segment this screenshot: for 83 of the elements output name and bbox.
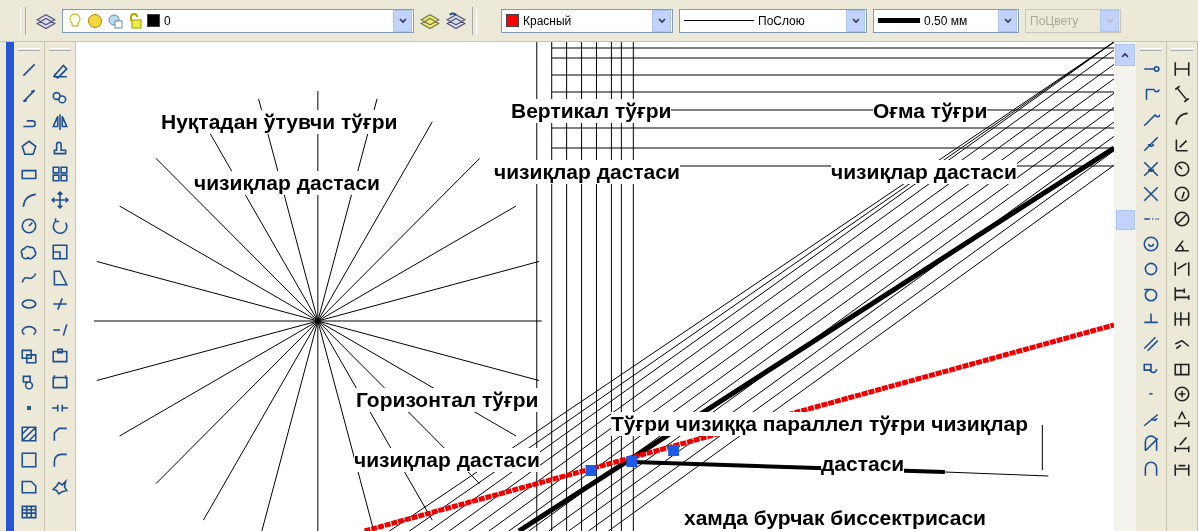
- intersection-icon[interactable]: [1142, 185, 1160, 203]
- center-mark-icon[interactable]: [1173, 385, 1191, 403]
- drawing-label: чизиқлар дастаси: [494, 160, 680, 184]
- color-dropdown[interactable]: Красный: [501, 8, 673, 33]
- join-icon[interactable]: [51, 373, 69, 391]
- radius-icon[interactable]: [1173, 160, 1191, 178]
- drawing-label: Тўғри чизиққа параллел тўғри чизиқлар: [611, 412, 1029, 436]
- color-swatch: [147, 14, 160, 27]
- drawing-label: Оғма тўғри: [873, 99, 988, 123]
- color-swatch: [506, 14, 519, 27]
- chevron-down-icon: [397, 15, 408, 26]
- polygon-icon[interactable]: [20, 139, 38, 157]
- dropdown-button[interactable]: [846, 9, 865, 32]
- continue-icon[interactable]: [1173, 310, 1191, 328]
- layers-icon[interactable]: [446, 10, 466, 31]
- drawing-label: Нуқтадан ўтувчи тўғри: [161, 110, 398, 134]
- lineweight-dropdown[interactable]: 0.50 мм: [873, 8, 1019, 33]
- dimension-icon[interactable]: [1173, 60, 1191, 78]
- layer-name: 0: [164, 13, 172, 28]
- grip-handle[interactable]: [585, 465, 597, 476]
- diameter-icon[interactable]: [1173, 210, 1191, 228]
- quadrant-icon[interactable]: [1142, 260, 1160, 278]
- hatch-icon[interactable]: [20, 425, 38, 443]
- lineweight-sample: [878, 18, 920, 23]
- break-icon[interactable]: [51, 347, 69, 365]
- linetype-name: ПоСлою: [758, 13, 806, 28]
- magnet-icon[interactable]: [1142, 460, 1160, 478]
- baseline-icon[interactable]: [1173, 285, 1191, 303]
- trim-icon[interactable]: [51, 295, 69, 313]
- explode-icon[interactable]: [51, 477, 69, 495]
- sun-icon: [87, 12, 103, 29]
- table-icon[interactable]: [20, 503, 38, 521]
- chevron-down-icon: [656, 15, 667, 26]
- fillet-icon[interactable]: [51, 451, 69, 469]
- jog-icon[interactable]: [1173, 185, 1191, 203]
- chevron-down-icon: [850, 15, 861, 26]
- array-icon[interactable]: [51, 165, 69, 183]
- midpoint-icon[interactable]: [1142, 135, 1160, 153]
- drawing-label: чизиқлар дастаси: [831, 160, 1017, 184]
- dimension-icon[interactable]: [1173, 85, 1191, 103]
- chevron-down-icon: [1002, 15, 1013, 26]
- drawing-label: Горизонтал тўғри: [356, 388, 539, 412]
- lineweight-value: 0.50 мм: [924, 13, 969, 28]
- scroll-thumb[interactable]: [1115, 210, 1135, 230]
- linetype-dropdown[interactable]: ПоСлою: [679, 8, 867, 33]
- extend-icon[interactable]: [51, 321, 69, 339]
- line-icon[interactable]: [20, 61, 38, 79]
- move-icon[interactable]: [51, 191, 69, 209]
- rotate-icon[interactable]: [51, 217, 69, 235]
- cloud-icon[interactable]: [20, 243, 38, 261]
- layer-dropdown[interactable]: 0: [62, 8, 414, 33]
- scale-icon[interactable]: [51, 243, 69, 261]
- grip-handle[interactable]: [668, 445, 680, 456]
- chevron-down-icon: [1104, 15, 1115, 26]
- lightbulb-icon: [67, 12, 83, 29]
- scroll-up-button[interactable]: [1115, 44, 1135, 66]
- center-icon[interactable]: [1142, 235, 1160, 253]
- dimension-icon[interactable]: [1173, 110, 1191, 128]
- dimension-edit-icon[interactable]: [1173, 435, 1191, 453]
- scrollbar[interactable]: [1114, 42, 1136, 531]
- arc-icon[interactable]: [20, 191, 38, 209]
- dimension-icon[interactable]: [1173, 260, 1191, 278]
- dimension-icon[interactable]: [1173, 410, 1191, 428]
- block-icon[interactable]: [20, 347, 38, 365]
- grip-handle[interactable]: [626, 456, 638, 467]
- linetype-sample: [684, 20, 754, 21]
- drawing-label: Вертикал тўғри: [511, 99, 672, 123]
- dropdown-button[interactable]: [393, 9, 412, 32]
- chevron-up-icon: [1120, 50, 1130, 60]
- offset-icon[interactable]: [51, 139, 69, 157]
- dropdown-button[interactable]: [652, 9, 671, 32]
- gradient-icon[interactable]: [20, 451, 38, 469]
- parallel-icon[interactable]: [1142, 335, 1160, 353]
- chamfer-icon[interactable]: [51, 425, 69, 443]
- ray-icon[interactable]: [20, 87, 38, 105]
- stretch-icon[interactable]: [51, 269, 69, 287]
- intersection-icon[interactable]: [1142, 160, 1160, 178]
- padlock-icon: [127, 12, 143, 29]
- drawing-label: чизиқлар дастаси: [194, 171, 380, 195]
- dropdown-button[interactable]: [998, 9, 1017, 32]
- mirror-icon[interactable]: [51, 113, 69, 131]
- drawing-label: чизиқлар дастаси: [354, 448, 540, 472]
- color-name: Красный: [523, 13, 573, 28]
